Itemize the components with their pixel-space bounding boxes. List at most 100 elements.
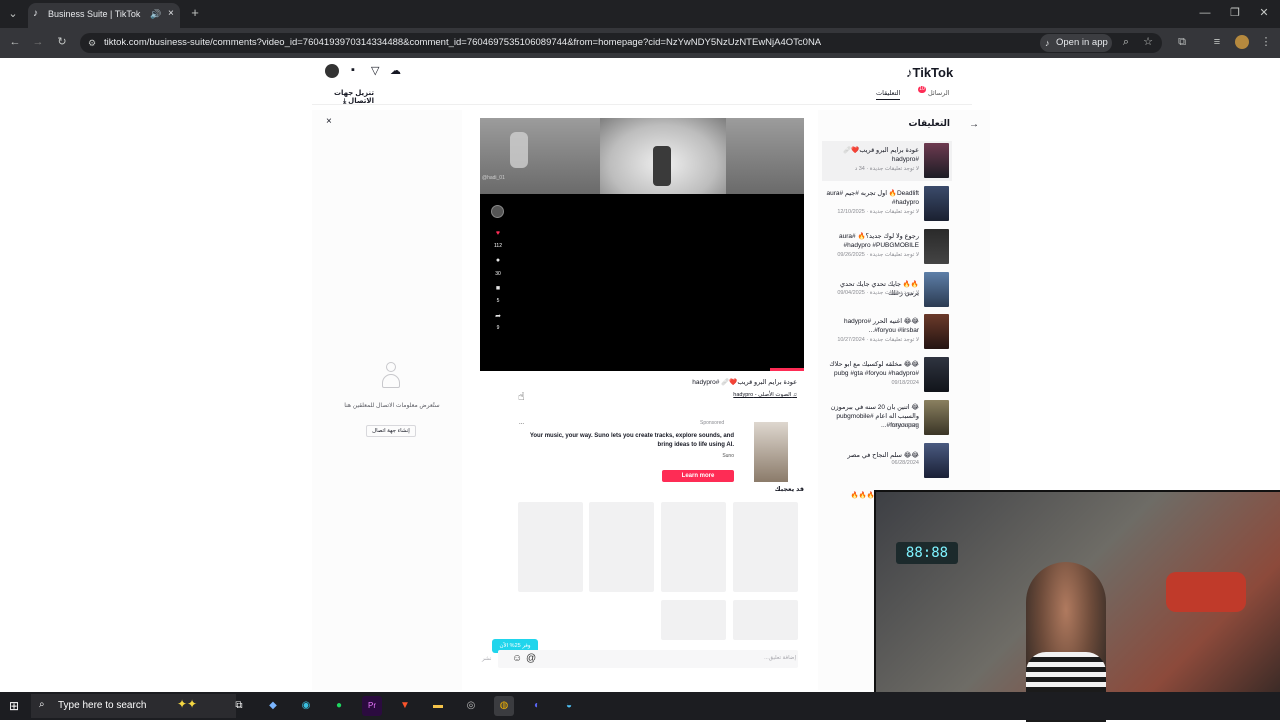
video-progress-bar[interactable] <box>770 368 804 371</box>
extensions-icon[interactable]: ⧉ <box>1175 35 1189 49</box>
mention-icon[interactable]: @ <box>526 653 536 664</box>
speaker-icon[interactable]: 🔊 <box>150 3 161 25</box>
tab-comments[interactable]: التعليقات <box>876 89 901 100</box>
obs-icon[interactable]: ◎ <box>461 696 481 716</box>
copilot-icon[interactable]: ◆ <box>263 696 283 716</box>
url-text[interactable]: tiktok.com/business-suite/comments?video… <box>104 33 821 53</box>
message-icon[interactable]: ▪ <box>351 64 355 76</box>
video-watermark: @hadi_01 <box>482 175 505 181</box>
video-thumbnail <box>924 400 949 435</box>
tiktok-brand[interactable]: ♪TikTok <box>906 65 953 80</box>
zoom-icon[interactable]: ⌕ <box>1119 35 1133 49</box>
forward-arrow-icon[interactable]: → <box>31 35 45 49</box>
new-tab-button[interactable]: + <box>188 6 202 20</box>
share-arrow-icon[interactable]: ➦ <box>493 312 503 320</box>
upload-cloud-icon[interactable]: ☁ <box>390 64 401 77</box>
comment-video-title: عودة برايم البرو قريب❤️🩹 #hadypro <box>843 147 919 163</box>
back-arrow-icon[interactable]: ← <box>8 35 22 49</box>
ad-text: Your music, your way. Suno lets you crea… <box>529 433 734 448</box>
sponsored-label: Sponsored <box>700 420 725 426</box>
video-thumbnail <box>924 314 949 349</box>
learn-more-button[interactable]: Learn more <box>662 470 734 482</box>
search-icon: ⌕ <box>39 699 45 710</box>
close-panel-icon[interactable]: × <box>326 116 332 127</box>
placeholder-tile <box>733 502 798 592</box>
mascot-image <box>510 132 528 168</box>
list-item[interactable]: 😂😂 سلم النجاح في مصر 06/28/2024 <box>825 443 950 483</box>
open-in-app-button[interactable]: ♪ Open in app <box>1040 34 1112 52</box>
music-note-icon: ♫ <box>792 392 797 398</box>
chrome-icon[interactable]: ◍ <box>494 696 514 716</box>
ad-image[interactable] <box>754 422 788 482</box>
microphone-image <box>653 146 671 186</box>
back-arrow-icon[interactable]: → <box>969 119 979 130</box>
create-contact-button[interactable]: إنشاء جهة اتصال <box>366 425 416 437</box>
placeholder-tile <box>518 502 583 592</box>
download-contacts-label: تنزيل جهات الاتصال <box>334 90 374 105</box>
tab-title: Business Suite | TikTok <box>48 9 141 19</box>
comment-bubble-icon[interactable]: ● <box>493 257 503 264</box>
video-thumbnail <box>924 443 949 478</box>
list-item[interactable]: 😂😂 مخلقه لوكسيك مع ابو حلاك #pubg #gta #… <box>825 357 950 397</box>
comment-video-meta: لا توجد تعليقات جديدة · 09/26/2025 <box>837 252 919 258</box>
profile-avatar[interactable] <box>1235 35 1249 49</box>
mouse-cursor-icon: ☝ <box>518 391 525 403</box>
user-avatar[interactable] <box>325 64 339 78</box>
restore-button[interactable]: ❐ <box>1228 6 1242 20</box>
taskbar-search-box[interactable]: ⌕ Type here to search ✦✦ <box>31 694 236 718</box>
contact-panel <box>312 110 462 690</box>
tiktok-favicon-icon: ♪ <box>33 8 38 19</box>
video-frame <box>480 118 804 194</box>
sound-label: الصوت الأصلي - hadypro <box>733 392 792 398</box>
list-item[interactable]: 🔥🔥 جايك تحدي جايك تحدي يرمي زعلك لا توجد… <box>825 272 950 312</box>
brave-icon[interactable]: ▼ <box>395 696 415 716</box>
task-view-icon[interactable]: ⧉ <box>229 696 249 716</box>
post-button[interactable]: نشر <box>482 656 491 662</box>
browser-tab-strip: ⌄ ♪ Business Suite | TikTok 🔊 × + — ❐ ✕ <box>0 0 1280 28</box>
reading-list-icon[interactable]: ≡ <box>1210 35 1224 49</box>
video-thumbnail <box>924 357 949 392</box>
creator-avatar[interactable] <box>491 205 504 218</box>
list-item[interactable]: Deadlift🔥 اول تجربه #جيم #aura #hadypro … <box>825 186 950 226</box>
folder-icon[interactable]: ▬ <box>428 696 448 716</box>
filter-icon[interactable]: ▽ <box>371 64 379 77</box>
like-heart-icon[interactable]: ♥ <box>493 230 503 237</box>
premiere-icon[interactable]: Pr <box>362 696 382 716</box>
comment-video-meta: 09/18/2024 <box>891 380 919 386</box>
ad-more-icon[interactable]: ... <box>519 420 524 426</box>
tab-close-icon[interactable]: × <box>168 3 174 25</box>
edge-icon[interactable]: ◉ <box>296 696 316 716</box>
comment-video-title: 😂😂 اغنيه الحرر #hadypro #foryou #lirsbar… <box>843 318 919 334</box>
comment-video-title: 😂😂 سلم النجاح في مصر <box>847 452 919 459</box>
browser-tab[interactable]: ♪ Business Suite | TikTok 🔊 × <box>28 3 180 28</box>
bookmark-icon[interactable]: ■ <box>493 285 503 292</box>
app-icon[interactable]: ◒ <box>559 696 579 716</box>
windows-start-icon[interactable]: ⊞ <box>9 699 23 713</box>
reload-icon[interactable]: ↻ <box>55 35 69 49</box>
list-item[interactable]: 😂😂 اغنيه الحرر #hadypro #foryou #lirsbar… <box>825 314 950 354</box>
comment-video-title: 😂😂 مخلقه لوكسيك مع ابو حلاك #pubg #gta #… <box>829 361 919 377</box>
list-item[interactable]: عودة برايم البرو قريب❤️🩹 #hadypro لا توج… <box>825 143 950 183</box>
tab-messages[interactable]: 10 الرسائل <box>918 86 950 97</box>
discord-icon[interactable]: ◐ <box>527 696 547 716</box>
site-info-icon[interactable]: ⚙ <box>85 36 99 50</box>
tiktok-logo-icon: ♪ <box>1045 38 1050 48</box>
emoji-icon[interactable]: ☺ <box>512 653 522 664</box>
close-window-button[interactable]: ✕ <box>1257 6 1271 20</box>
comment-placeholder: إضافة تعليق... <box>764 655 796 661</box>
tab-search-icon[interactable]: ⌄ <box>6 7 20 21</box>
person-placeholder-icon <box>381 360 401 390</box>
video-thumbnail <box>924 143 949 178</box>
comment-video-title: 🔥🔥🔥 <box>850 492 875 499</box>
list-item[interactable]: رجوع ولا لوك جديد؟🔥 #aura #hadypro #PUBG… <box>825 229 950 269</box>
browser-menu-icon[interactable]: ⋮ <box>1259 35 1273 49</box>
video-thumbnail <box>924 186 949 221</box>
minimize-button[interactable]: — <box>1198 6 1212 20</box>
list-item[interactable]: 😂 اتنين بان 20 سنه في ببرموزن والسبب اله… <box>825 400 950 440</box>
brand-name: TikTok <box>912 65 954 80</box>
sound-link[interactable]: ♫ الصوت الأصلي - hadypro <box>680 392 797 398</box>
red-car-decor-image <box>1166 572 1246 612</box>
bookmark-star-icon[interactable]: ☆ <box>1141 35 1155 49</box>
comment-video-meta: لا توجد تعليقات جديدة · 09/04/2025 <box>837 290 919 296</box>
spotify-icon[interactable]: ● <box>329 696 349 716</box>
